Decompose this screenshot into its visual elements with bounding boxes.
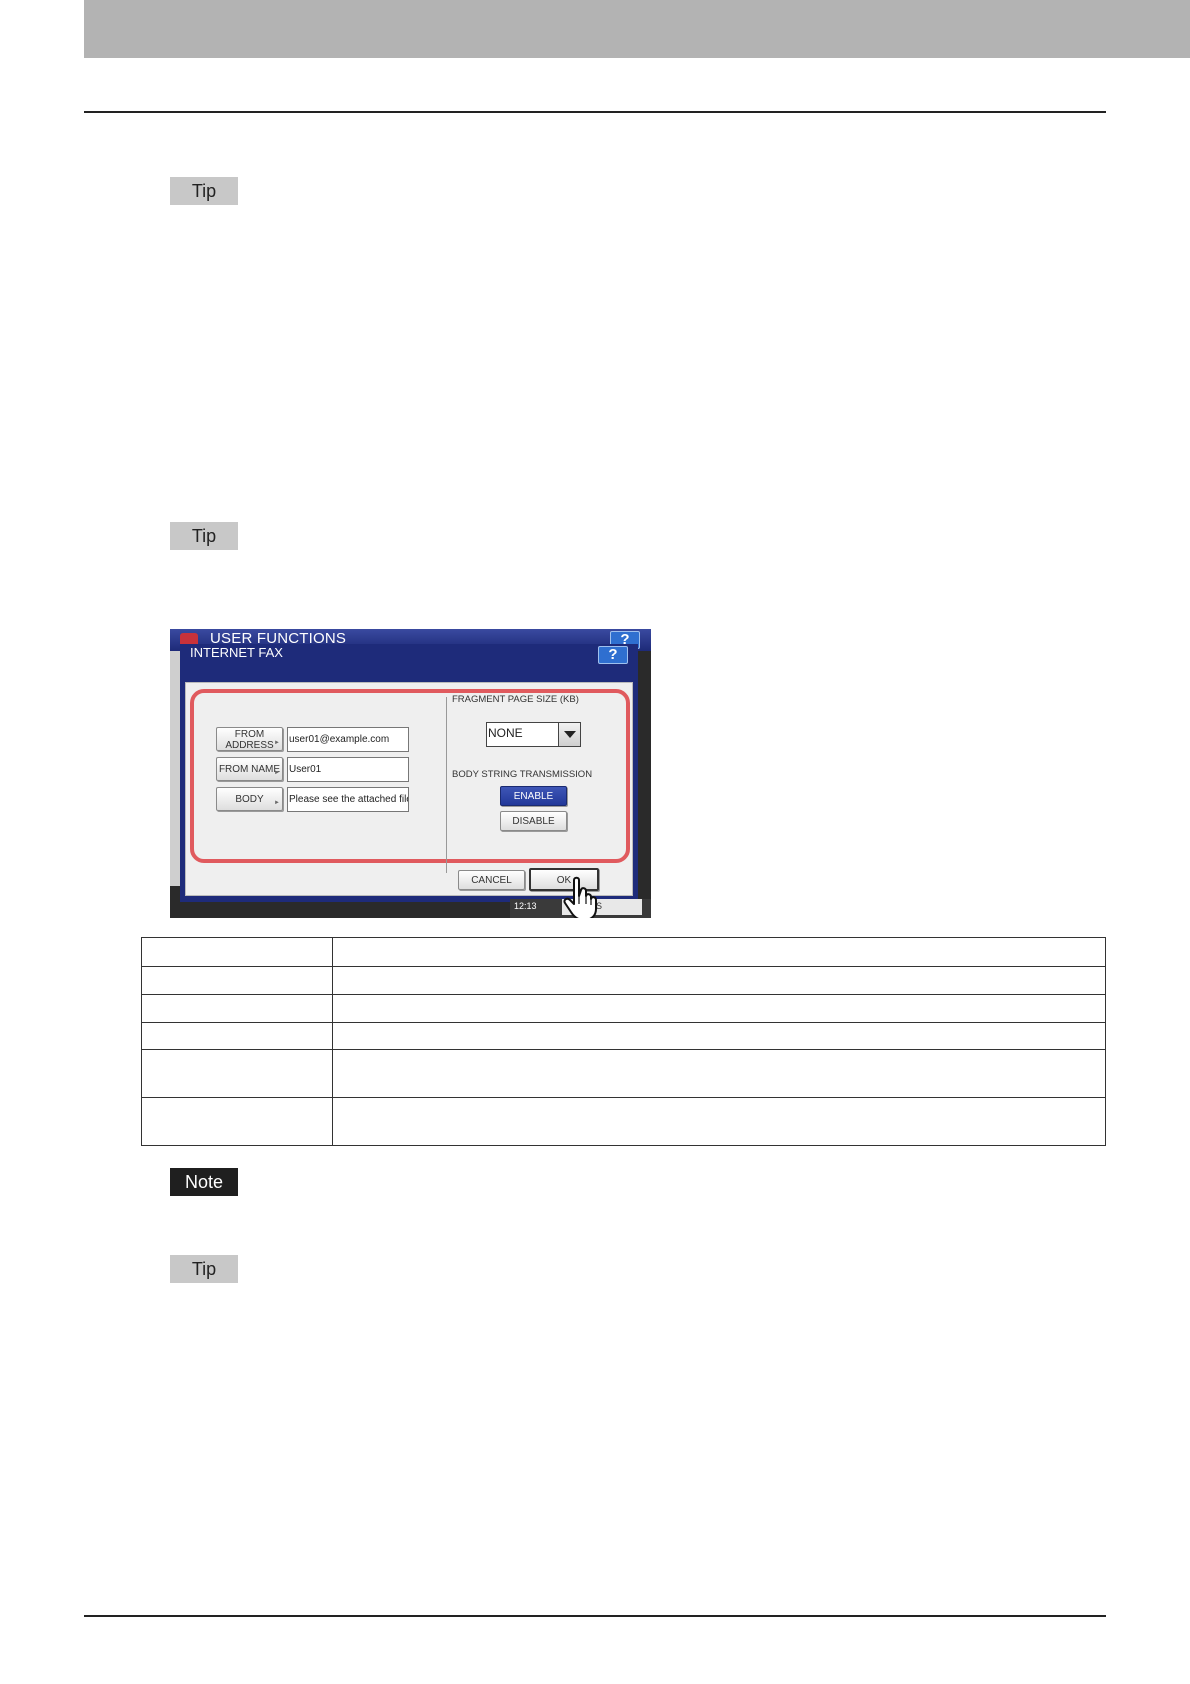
settings-table [141, 937, 1106, 1146]
from-name-field[interactable]: User01 [287, 757, 409, 782]
body-button[interactable]: BODY ► [216, 787, 283, 811]
table-cell [141, 937, 333, 967]
arrow-icon: ► [274, 800, 280, 806]
from-address-button[interactable]: FROM ADDRESS ► [216, 727, 283, 751]
body-string-transmission-label: BODY STRING TRANSMISSION [452, 769, 593, 780]
dialog-help-button[interactable]: ? [598, 646, 628, 664]
disable-button[interactable]: DISABLE [500, 811, 567, 831]
chevron-down-icon [558, 723, 580, 746]
fragment-page-size-label: FRAGMENT PAGE SIZE (KB) [452, 694, 579, 705]
fragment-page-size-value: NONE [488, 726, 523, 740]
background-panel [170, 651, 180, 886]
table-cell [141, 994, 333, 1023]
table-cell [332, 1049, 1106, 1098]
dialog-body: FROM ADDRESS ► user01@example.com FROM N… [185, 682, 633, 896]
enable-button[interactable]: ENABLE [500, 786, 567, 806]
internet-fax-screenshot: USER FUNCTIONS ? INTERNET FAX ? FROM ADD… [170, 629, 651, 918]
footer-rule [84, 1615, 1106, 1617]
table-row [141, 966, 1106, 995]
cancel-button[interactable]: CANCEL [458, 870, 525, 890]
fragment-page-size-select[interactable]: NONE [486, 722, 581, 747]
from-name-label: FROM NAME [218, 764, 281, 775]
note-label: Note [170, 1168, 238, 1196]
from-name-button[interactable]: FROM NAME ► [216, 757, 283, 781]
header-rule [84, 111, 1106, 113]
table-cell [332, 966, 1106, 995]
column-divider [446, 697, 447, 873]
from-address-field[interactable]: user01@example.com [287, 727, 409, 752]
table-row [141, 1049, 1106, 1098]
clock: 12:13 [514, 901, 537, 911]
body-label: BODY [235, 794, 264, 805]
table-row [141, 1022, 1106, 1050]
from-address-label: FROM ADDRESS [225, 729, 274, 751]
table-row [141, 1097, 1106, 1146]
tip-label: Tip [170, 1255, 238, 1283]
table-cell [141, 966, 333, 995]
table-row [141, 994, 1106, 1023]
arrow-icon: ► [274, 770, 280, 776]
table-row [141, 937, 1106, 967]
body-field[interactable]: Please see the attached file fo [287, 787, 409, 812]
header-band [84, 0, 1190, 58]
table-cell [141, 1022, 333, 1050]
dialog-title: INTERNET FAX [190, 645, 283, 660]
table-cell [332, 937, 1106, 967]
table-cell [332, 1022, 1106, 1050]
table-cell [141, 1049, 333, 1098]
internet-fax-dialog: INTERNET FAX ? FROM ADDRESS ► user01@exa… [180, 644, 638, 902]
table-cell [141, 1097, 333, 1146]
arrow-icon: ► [274, 740, 280, 746]
tip-label: Tip [170, 177, 238, 205]
tip-label: Tip [170, 522, 238, 550]
pointing-hand-icon [563, 876, 597, 918]
table-cell [332, 994, 1106, 1023]
table-cell [332, 1097, 1106, 1146]
